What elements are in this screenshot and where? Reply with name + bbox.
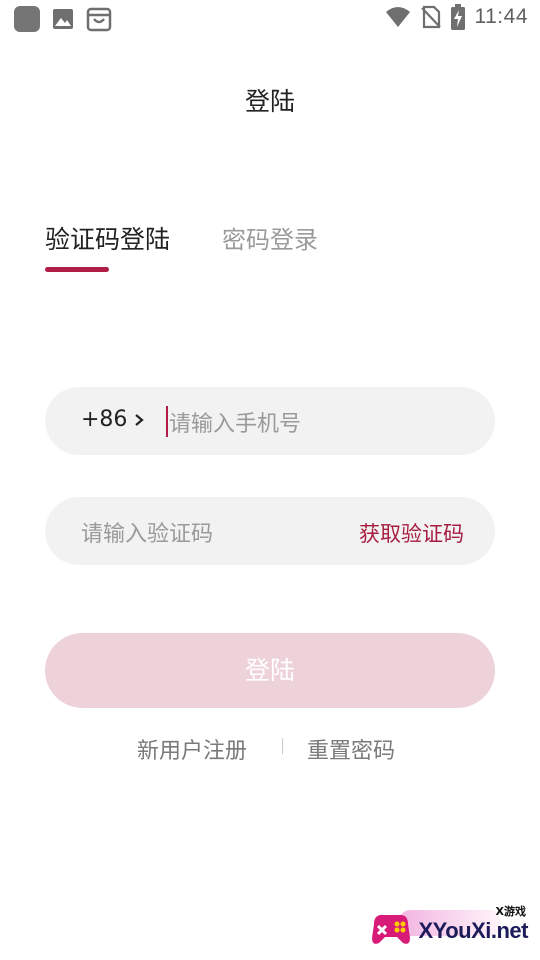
no-sim-icon [420,5,441,29]
link-divider [282,738,283,754]
shopping-bag-icon [86,7,112,32]
watermark-subtext: X游戏 [495,905,526,918]
phone-input-field[interactable]: +86 请输入手机号 [45,387,495,455]
gamepad-logo-icon [372,914,410,944]
verification-code-input-field[interactable]: 请输入验证码 获取验证码 [45,497,495,565]
notification-icons [14,6,112,32]
image-icon [53,9,73,29]
register-link[interactable]: 新用户注册 [137,733,247,765]
active-tab-indicator [45,267,109,272]
status-bar: 11:44 [0,0,540,36]
login-button[interactable]: 登陆 [45,633,495,708]
watermark: X游戏 XYouXi.net [360,898,540,960]
get-code-button[interactable]: 获取验证码 [359,518,464,548]
page-title: 登陆 [244,87,295,116]
app-icon [14,6,40,32]
text-cursor [166,406,168,437]
phone-placeholder: 请输入手机号 [169,412,302,437]
clock: 11:44 [474,5,528,28]
battery-charging-icon [450,4,465,30]
tab-sms-login[interactable]: 验证码登陆 [45,220,170,256]
watermark-text: XYouXi.net [418,918,529,943]
country-code-selector[interactable]: +86 [81,407,127,432]
reset-password-link[interactable]: 重置密码 [307,733,395,765]
system-icons: 11:44 [385,4,529,30]
tab-password-login[interactable]: 密码登录 [222,220,318,255]
wifi-icon [385,7,410,27]
code-placeholder: 请输入验证码 [81,522,214,547]
chevron-right-icon[interactable] [131,409,149,431]
